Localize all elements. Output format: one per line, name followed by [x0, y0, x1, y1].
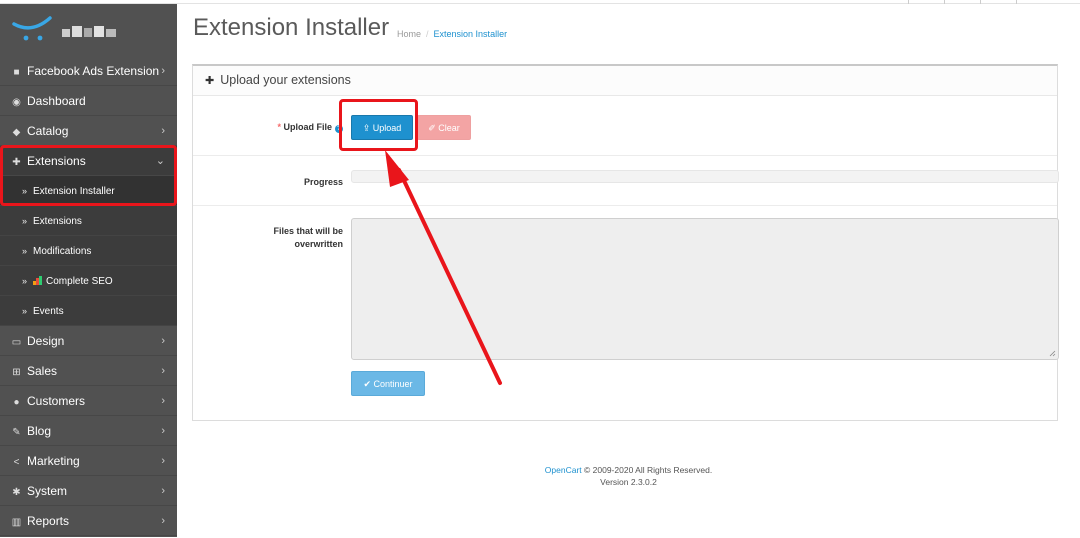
files-label-line2: overwritten — [294, 239, 343, 249]
progress-label: Progress — [303, 177, 343, 187]
chevron-right-icon: › — [161, 455, 165, 467]
tag-icon: ◆ — [12, 127, 21, 138]
breadcrumb-current[interactable]: Extension Installer — [434, 29, 508, 39]
opencart-link[interactable]: OpenCart — [545, 465, 582, 475]
seo-bars-icon — [33, 276, 43, 285]
double-chevron-icon: » — [22, 246, 28, 256]
footer-version: Version 2.3.0.2 — [600, 477, 657, 487]
files-overwritten-label: Files that will be overwritten — [273, 225, 343, 251]
chevron-right-icon: › — [161, 335, 165, 347]
footer: OpenCart © 2009-2020 All Rights Reserved… — [177, 464, 1080, 488]
footer-copyright: OpenCart © 2009-2020 All Rights Reserved… — [177, 464, 1080, 476]
puzzle-icon: ✚ — [205, 75, 215, 87]
chevron-right-icon: › — [161, 485, 165, 497]
panel-title: Upload your extensions — [220, 73, 351, 87]
sidebar-subitem-extensions[interactable]: » Extensions — [0, 206, 177, 236]
sidebar-item-label: Sales — [27, 364, 58, 378]
cart-icon: ⊞ — [12, 367, 21, 378]
page-title: Extension Installer — [193, 14, 390, 41]
cart-logo-icon — [12, 16, 52, 41]
sidebar-item-dashboard[interactable]: ◉ Dashboard — [0, 86, 177, 116]
clear-button-label: Clear — [438, 123, 460, 133]
sidebar-item-catalog[interactable]: ◆ Catalog › — [0, 116, 177, 146]
sidebar-item-label: Customers — [27, 394, 86, 408]
sidebar-item-customers[interactable]: ● Customers › — [0, 386, 177, 416]
dashboard-icon: ◉ — [12, 97, 21, 108]
files-label-line1: Files that will be — [273, 226, 343, 236]
gear-icon: ✱ — [12, 487, 21, 498]
upload-file-label-text: Upload File — [283, 122, 332, 132]
sidebar-item-reports[interactable]: ▥ Reports › — [0, 506, 177, 536]
chevron-right-icon: › — [161, 65, 165, 77]
upload-file-label: * Upload File? — [277, 121, 343, 134]
resize-grip-icon[interactable] — [1049, 350, 1056, 357]
double-chevron-icon: » — [22, 216, 28, 226]
annotation-highlight-upload — [339, 99, 418, 151]
sidebar-subitem-complete-seo[interactable]: » Complete SEO — [0, 266, 177, 296]
monitor-icon: ▭ — [11, 337, 22, 348]
progress-bar — [351, 170, 1059, 183]
breadcrumb-home[interactable]: Home — [397, 29, 421, 39]
sidebar-subitem-label: Extensions — [33, 216, 82, 227]
annotation-highlight-extensions — [0, 145, 177, 206]
chevron-right-icon: › — [161, 125, 165, 137]
main-content: Extension Installer Home / Extension Insta… — [177, 4, 1080, 537]
sidebar-subitem-label: Complete SEO — [46, 276, 113, 287]
sidebar-item-label: System — [27, 484, 68, 498]
sidebar-item-blog[interactable]: ✎ Blog › — [0, 416, 177, 446]
sidebar-item-label: Facebook Ads Extension — [27, 64, 160, 78]
double-chevron-icon: » — [22, 276, 28, 286]
upload-panel: ✚ Upload your extensions * Upload File? ⇪… — [192, 64, 1059, 421]
breadcrumb-separator: / — [426, 29, 429, 39]
sidebar-item-label: Design — [27, 334, 65, 348]
sidebar-subitem-modifications[interactable]: » Modifications — [0, 236, 177, 266]
sidebar-item-label: Catalog — [27, 124, 69, 138]
double-chevron-icon: » — [22, 306, 28, 316]
logo[interactable] — [0, 4, 177, 44]
share-icon: < — [13, 457, 20, 468]
sidebar-item-label: Marketing — [27, 454, 80, 468]
continue-button-label: Continuer — [373, 379, 413, 389]
sidebar-nav: ■ Facebook Ads Extension › ◉ Dashboard ◆ Ca… — [0, 4, 177, 537]
chevron-right-icon: › — [161, 425, 165, 437]
bar-chart-icon: ▥ — [11, 517, 22, 528]
panel-heading: ✚ Upload your extensions — [193, 66, 1057, 96]
sidebar-item-facebook-ads[interactable]: ■ Facebook Ads Extension › — [0, 56, 177, 86]
chevron-right-icon: › — [161, 395, 165, 407]
sidebar-subitem-label: Modifications — [33, 246, 92, 257]
clear-button[interactable]: ✐ Clear — [417, 115, 471, 140]
eraser-icon: ✐ — [428, 123, 439, 133]
sidebar-item-marketing[interactable]: < Marketing › — [0, 446, 177, 476]
sidebar-item-label: Dashboard — [27, 94, 86, 108]
logo-wordmark — [62, 26, 118, 38]
breadcrumb: Home / Extension Installer — [397, 29, 507, 39]
sidebar-item-design[interactable]: ▭ Design › — [0, 326, 177, 356]
required-mark: * — [277, 122, 281, 132]
check-icon: ✔ — [363, 379, 374, 389]
edit-icon: ✎ — [12, 427, 21, 438]
chevron-right-icon: › — [161, 365, 165, 377]
continue-button[interactable]: ✔ Continuer — [351, 371, 425, 396]
sidebar-subitem-events[interactable]: » Events — [0, 296, 177, 326]
sidebar-item-sales[interactable]: ⊞ Sales › — [0, 356, 177, 386]
facebook-icon: ■ — [13, 67, 20, 78]
user-icon: ● — [13, 397, 20, 408]
chevron-right-icon: › — [161, 515, 165, 527]
files-overwritten-textarea[interactable] — [351, 218, 1059, 360]
sidebar-subitem-label: Events — [33, 306, 64, 317]
sidebar-item-label: Blog — [27, 424, 52, 438]
upload-row: * Upload File? ⇪ Upload ✐ Clear — [193, 96, 1057, 156]
sidebar-item-system[interactable]: ✱ System › — [0, 476, 177, 506]
sidebar-item-label: Reports — [27, 514, 70, 528]
footer-copyright-text: © 2009-2020 All Rights Reserved. — [581, 465, 713, 475]
